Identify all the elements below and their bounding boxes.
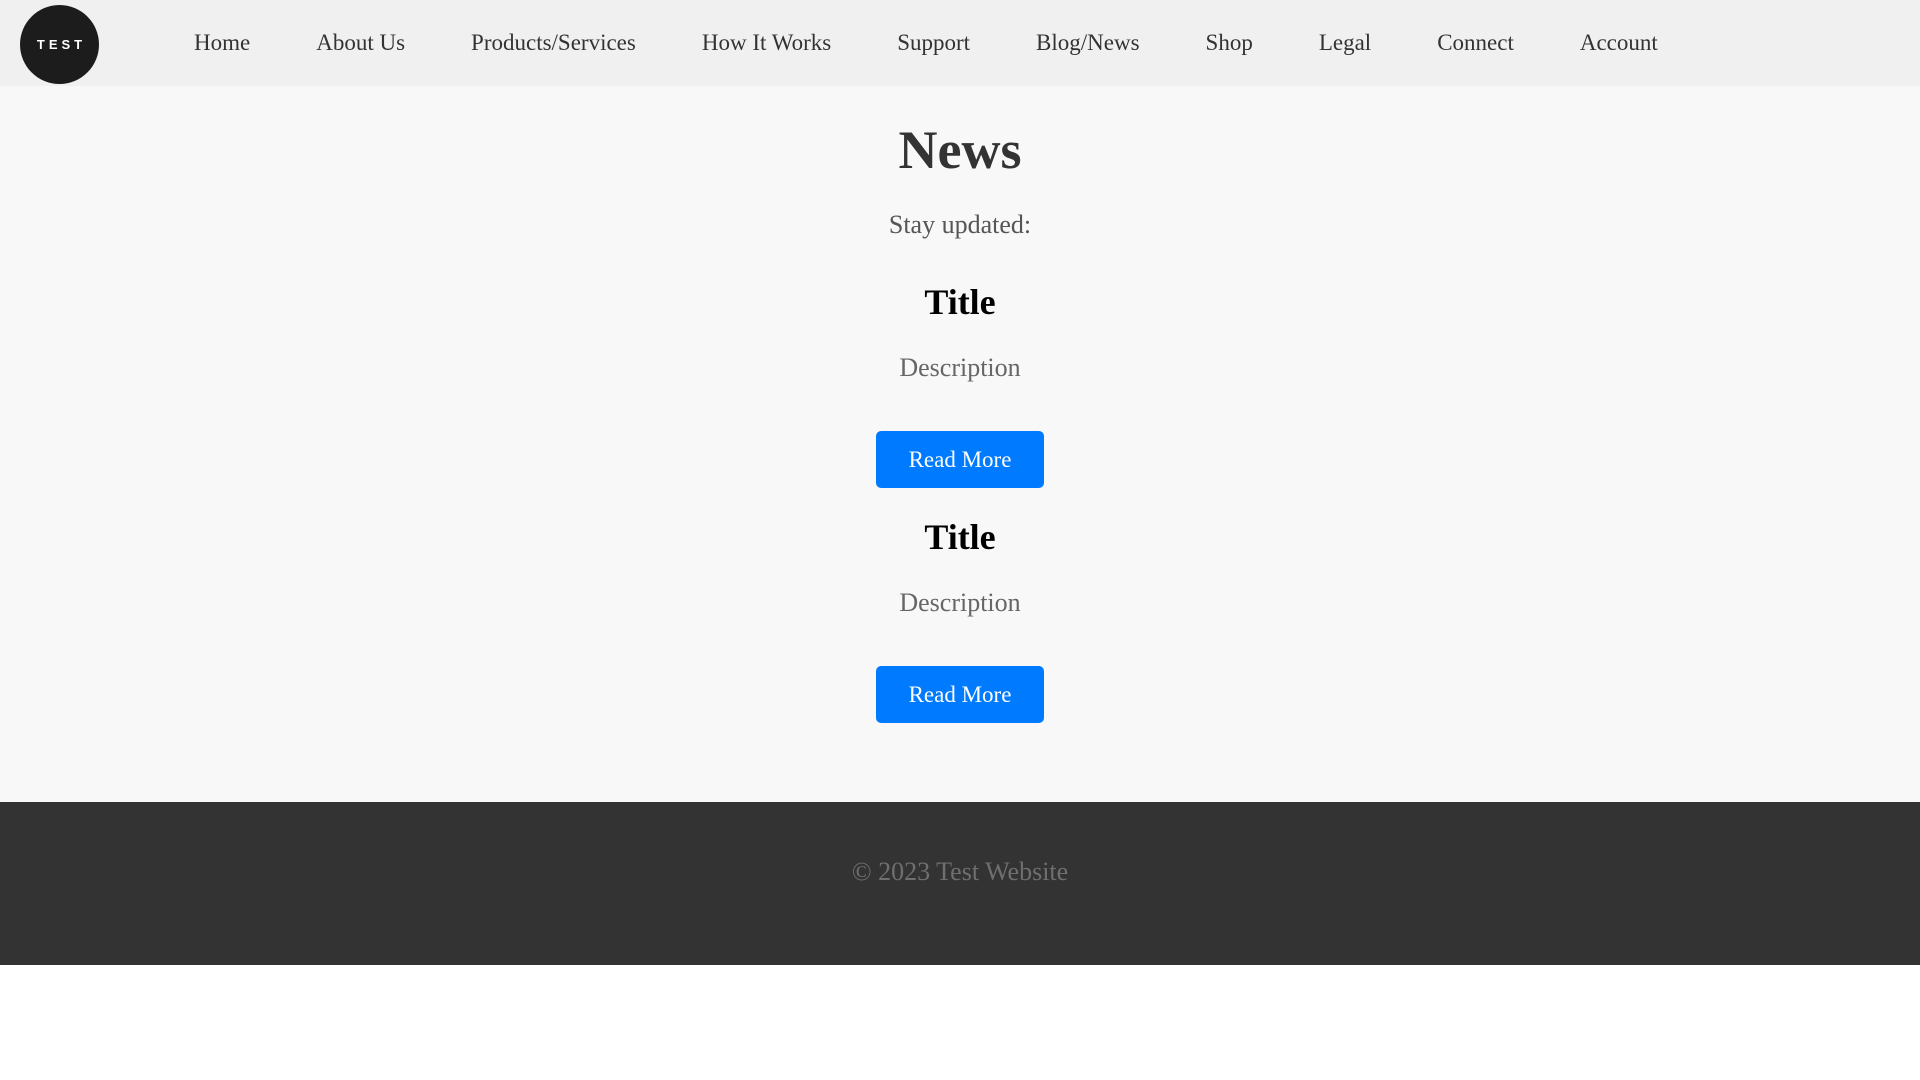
nav-link-home[interactable]: Home — [194, 30, 250, 55]
site-header: TEST Home About Us Products/Services How… — [0, 0, 1920, 86]
news-article: Title Description Read More — [0, 516, 1920, 746]
nav-item-account: Account — [1580, 30, 1658, 56]
news-article: Title Description Read More — [0, 281, 1920, 511]
article-title: Title — [924, 517, 996, 557]
nav-link-how-it-works[interactable]: How It Works — [702, 30, 831, 55]
logo-text: TEST — [36, 37, 87, 52]
nav-item-shop: Shop — [1206, 30, 1253, 56]
copyright-text: © 2023 Test Website — [851, 857, 1069, 886]
page-title: News — [898, 120, 1022, 180]
nav-link-shop[interactable]: Shop — [1206, 30, 1253, 55]
nav-item-support: Support — [897, 30, 970, 56]
nav-link-blog-news[interactable]: Blog/News — [1036, 30, 1140, 55]
read-more-button[interactable]: Read More — [876, 666, 1044, 723]
page-subtitle: Stay updated: — [888, 210, 1032, 239]
article-title: Title — [924, 282, 996, 322]
nav-item-connect: Connect — [1437, 30, 1514, 56]
nav-item-blog-news: Blog/News — [1036, 30, 1140, 56]
news-section: News Stay updated: Title Description Rea… — [0, 86, 1920, 802]
nav-item-how-it-works: How It Works — [702, 30, 831, 56]
nav-item-legal: Legal — [1319, 30, 1371, 56]
read-more-button[interactable]: Read More — [876, 431, 1044, 488]
nav-link-about-us[interactable]: About Us — [316, 30, 405, 55]
nav-link-support[interactable]: Support — [897, 30, 970, 55]
nav-link-legal[interactable]: Legal — [1319, 30, 1371, 55]
nav-link-account[interactable]: Account — [1580, 30, 1658, 55]
nav-item-home: Home — [194, 30, 250, 56]
nav-item-products-services: Products/Services — [471, 30, 636, 56]
nav-link-connect[interactable]: Connect — [1437, 30, 1514, 55]
page: TEST Home About Us Products/Services How… — [0, 0, 1920, 1080]
nav-item-about-us: About Us — [316, 30, 405, 56]
article-description: Description — [899, 588, 1021, 617]
main-nav: Home About Us Products/Services How It W… — [194, 0, 1724, 86]
nav-link-products-services[interactable]: Products/Services — [471, 30, 636, 55]
logo[interactable]: TEST — [20, 5, 99, 84]
article-description: Description — [899, 353, 1021, 382]
site-footer: © 2023 Test Website — [0, 802, 1920, 965]
